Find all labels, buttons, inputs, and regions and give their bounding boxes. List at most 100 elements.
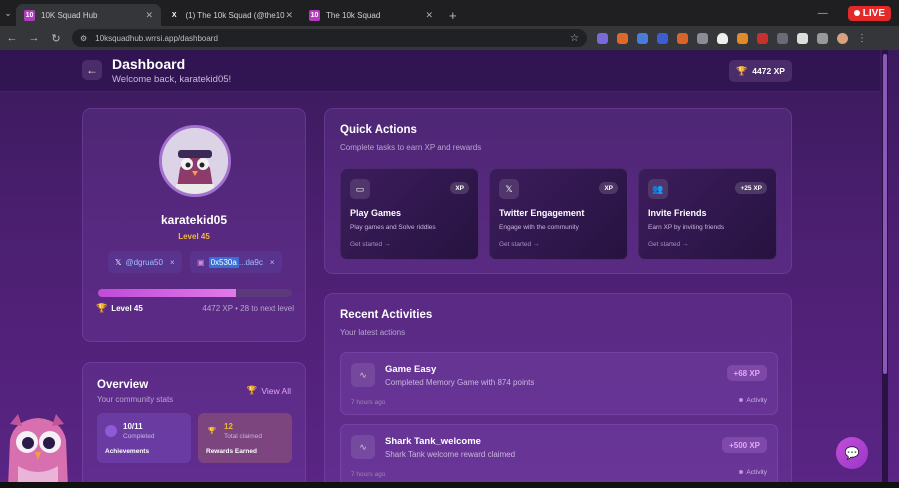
stat-value: 12: [224, 422, 233, 431]
activity-title: Game Easy: [385, 364, 437, 375]
extension-icon[interactable]: [757, 32, 768, 44]
x-logo-icon: 𝕏: [499, 179, 519, 199]
bookmark-star-icon[interactable]: ☆: [570, 33, 579, 44]
extension-icon[interactable]: [737, 32, 748, 44]
live-dot-icon: [853, 10, 860, 16]
puzzle-icon[interactable]: [817, 32, 828, 44]
task-description: Engage with the community: [499, 224, 579, 231]
twitter-chip[interactable]: 𝕏 @dgrua50 ×: [108, 251, 182, 273]
tab-title: (1) The 10k Squad (@the10kSq...: [185, 10, 285, 20]
close-tab-icon[interactable]: ✕: [425, 10, 433, 21]
xp-progress-text: 4472 XP • 28 to next level: [202, 304, 294, 313]
close-tab-icon[interactable]: ✕: [145, 10, 153, 21]
kebab-menu-icon[interactable]: ⋮: [857, 33, 867, 44]
extension-icon[interactable]: [677, 32, 688, 44]
twitter-handle: @dgrua50: [125, 257, 163, 267]
scrollbar-thumb[interactable]: [883, 54, 887, 374]
dashboard-page: ← Dashboard Welcome back, karatekid05! 🏆…: [0, 50, 899, 488]
wallet-address-rest: ...da9c: [238, 257, 263, 267]
overview-card: Overview Your community stats 🏆 View All…: [82, 362, 306, 488]
window-controls: — LIVE: [818, 0, 899, 26]
new-tab-button[interactable]: +: [441, 4, 465, 26]
remove-icon[interactable]: ×: [170, 258, 175, 267]
activity-tag: Activity: [739, 469, 767, 476]
live-badge: LIVE: [847, 5, 891, 21]
owl-mascot-icon: [8, 414, 68, 488]
back-nav-icon[interactable]: ←: [6, 32, 18, 44]
activity-xp-badge: +68 XP: [726, 365, 767, 381]
wallet-address-highlight: 0x530a: [208, 256, 239, 268]
browser-tab-active[interactable]: 10 10K Squad Hub ✕: [16, 4, 161, 26]
get-started-link[interactable]: Get started →: [350, 241, 390, 248]
stat-value: 10/11: [123, 422, 143, 431]
avatar: [159, 125, 231, 197]
chat-button[interactable]: 💬: [836, 437, 868, 469]
task-description: Play games and Solve riddles: [350, 224, 436, 231]
extension-icon[interactable]: [617, 32, 628, 44]
browser-tab[interactable]: X (1) The 10k Squad (@the10kSq... ✕: [161, 4, 301, 26]
extension-icon[interactable]: [777, 32, 788, 44]
tab-search-icon[interactable]: ⌄: [0, 0, 16, 26]
stat-name: Rewards Earned: [206, 448, 257, 455]
quick-actions-subtitle: Complete tasks to earn XP and rewards: [340, 143, 482, 152]
progress-fill: [98, 289, 236, 297]
users-icon: 👥: [648, 179, 668, 199]
site-info-icon[interactable]: ⚙: [80, 34, 87, 43]
10k-favicon-icon: 10: [309, 9, 320, 21]
view-all-link[interactable]: 🏆 View All: [247, 385, 291, 396]
stat-label: Completed: [123, 433, 155, 440]
profile-card: karatekid05 Level 45 𝕏 @dgrua50 × ▣ 0x53…: [82, 108, 306, 342]
forward-nav-icon[interactable]: →: [28, 32, 40, 44]
overview-subtitle: Your community stats: [97, 395, 174, 404]
minimize-icon[interactable]: —: [818, 8, 828, 19]
level-text: Level 45: [111, 304, 143, 313]
browser-tab[interactable]: 10 The 10k Squad ✕: [301, 4, 441, 26]
browser-tab-strip: ⌄ 10 10K Squad Hub ✕ X (1) The 10k Squad…: [0, 0, 899, 26]
stat-rewards[interactable]: 🏆 12 Total claimed Rewards Earned: [198, 413, 292, 463]
extensions-bar: ⋮: [597, 32, 867, 44]
url-field[interactable]: ⚙ 10ksquadhub.wrrsi.app/dashboard ☆: [72, 29, 587, 47]
welcome-text: Welcome back, karatekid05!: [112, 74, 232, 85]
activity-description: Shark Tank welcome reward claimed: [385, 450, 516, 459]
remove-icon[interactable]: ×: [270, 258, 275, 267]
username: karatekid05: [160, 213, 228, 227]
x-logo-icon: X: [171, 11, 177, 19]
get-started-link[interactable]: Get started →: [648, 241, 688, 248]
x-logo-icon: 𝕏: [115, 257, 122, 267]
reading-list-icon[interactable]: [797, 32, 808, 44]
profile-avatar-icon[interactable]: [837, 32, 848, 44]
extension-icon[interactable]: [637, 32, 648, 44]
activity-item: ∿ Game Easy Completed Memory Game with 8…: [340, 352, 778, 415]
back-button[interactable]: ←: [82, 60, 102, 80]
recent-activities-subtitle: Your latest actions: [340, 328, 406, 337]
activity-item: ∿ Shark Tank_welcome Shark Tank welcome …: [340, 424, 778, 487]
activity-pulse-icon: ∿: [351, 363, 375, 387]
task-card-twitter-engagement[interactable]: 𝕏 XP Twitter Engagement Engage with the …: [489, 168, 628, 260]
task-title: Invite Friends: [648, 208, 707, 218]
wallet-chip[interactable]: ▣ 0x530a ...da9c ×: [190, 251, 282, 273]
task-card-play-games[interactable]: ▭ XP Play Games Play games and Solve rid…: [340, 168, 479, 260]
shield-icon[interactable]: [717, 32, 728, 44]
tab-title: The 10k Squad: [326, 10, 381, 20]
reload-icon[interactable]: ↻: [50, 32, 62, 45]
stat-name: Achievements: [105, 448, 150, 455]
get-started-link[interactable]: Get started →: [499, 241, 539, 248]
gamepad-icon: ▭: [350, 179, 370, 199]
trophy-icon: 🏆: [96, 303, 108, 313]
address-bar-row: ← → ↻ ⚙ 10ksquadhub.wrrsi.app/dashboard …: [0, 26, 899, 50]
10k-favicon-icon: 10: [24, 9, 35, 21]
activity-xp-badge: +500 XP: [722, 437, 767, 453]
task-card-invite-friends[interactable]: 👥 +25 XP Invite Friends Earn XP by invit…: [638, 168, 777, 260]
page-scrollbar[interactable]: [882, 50, 888, 488]
level-row: 🏆 Level 45 4472 XP • 28 to next level: [96, 303, 294, 314]
xp-badge: +25 XP: [735, 182, 767, 194]
activity-time: 7 hours ago: [351, 399, 386, 406]
tab-title: 10K Squad Hub: [41, 10, 98, 20]
close-tab-icon[interactable]: ✕: [285, 10, 293, 21]
extension-icon[interactable]: [697, 32, 708, 44]
xp-badge: 🏆 4472 XP: [729, 60, 792, 82]
activity-time: 7 hours ago: [351, 471, 386, 478]
extension-icon[interactable]: [657, 32, 668, 44]
stat-achievements[interactable]: 10/11 Completed Achievements: [97, 413, 191, 463]
extension-icon[interactable]: [597, 32, 608, 44]
